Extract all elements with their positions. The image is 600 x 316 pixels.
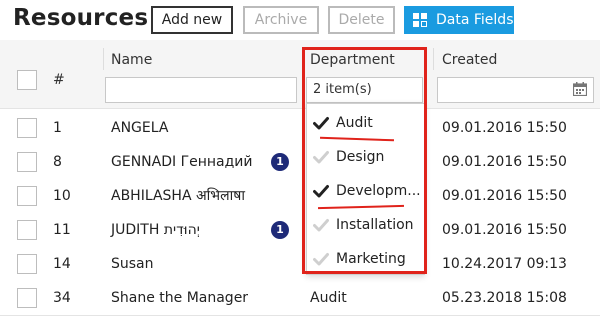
table-row[interactable]: 1 ANGELA 09.01.2016 15:50 <box>0 111 600 146</box>
page-title: Resources <box>13 5 149 31</box>
row-checkbox[interactable] <box>17 186 37 206</box>
row-created: 09.01.2016 15:50 <box>442 154 567 170</box>
row-name[interactable]: JUDITH יְהוּדִית <box>111 213 200 247</box>
delete-button[interactable]: Delete <box>328 6 395 34</box>
row-number: 1 <box>53 120 62 136</box>
notification-badge[interactable]: 1 <box>271 221 289 239</box>
row-created: 09.01.2016 15:50 <box>442 120 567 136</box>
row-checkbox[interactable] <box>17 118 37 138</box>
department-option-label: Installation <box>336 217 414 233</box>
add-new-button[interactable]: Add new <box>151 6 233 34</box>
row-created: 10.24.2017 09:13 <box>442 256 567 272</box>
department-option-label: Design <box>336 149 385 165</box>
column-header-number[interactable]: # <box>53 72 65 88</box>
select-all-checkbox[interactable] <box>17 70 37 90</box>
column-separator <box>433 48 434 70</box>
checkmark-icon <box>313 117 329 130</box>
row-created: 09.01.2016 15:50 <box>442 188 567 204</box>
table-row[interactable]: 14 Susan 10.24.2017 09:13 <box>0 247 600 282</box>
row-created: 09.01.2016 15:50 <box>442 222 567 238</box>
created-filter-input[interactable] <box>437 77 594 103</box>
data-fields-icon <box>413 13 427 27</box>
checkmark-icon <box>313 219 329 232</box>
row-name[interactable]: ANGELA <box>111 111 168 145</box>
department-filter-input[interactable]: 2 item(s) <box>306 77 423 103</box>
department-option[interactable]: Audit <box>307 106 424 140</box>
checkmark-icon <box>313 151 329 164</box>
column-header-department[interactable]: Department <box>310 52 395 68</box>
archive-button[interactable]: Archive <box>243 6 319 34</box>
table-row[interactable]: 11 JUDITH יְהוּדִית 1 09.01.2016 15:50 <box>0 213 600 248</box>
data-fields-label: Data Fields <box>436 12 514 28</box>
checkmark-icon <box>313 185 329 198</box>
department-option[interactable]: Design <box>307 140 424 174</box>
data-fields-button[interactable]: Data Fields <box>404 6 514 34</box>
row-number: 14 <box>53 256 71 272</box>
department-option-label: Audit <box>336 115 373 131</box>
department-option-label: Marketing <box>336 251 406 267</box>
department-dropdown: Audit Design Developm... Installation Market… <box>306 103 425 275</box>
column-header-created[interactable]: Created <box>442 52 497 68</box>
table-row[interactable]: 8 GENNADI Геннадий 1 09.01.2016 15:50 <box>0 145 600 180</box>
row-checkbox[interactable] <box>17 220 37 240</box>
department-option[interactable]: Marketing <box>307 242 424 276</box>
calendar-icon[interactable] <box>573 82 587 96</box>
row-number: 11 <box>53 222 71 238</box>
row-checkbox[interactable] <box>17 254 37 274</box>
row-number: 8 <box>53 154 62 170</box>
table-row[interactable]: 34 Shane the Manager Audit 05.23.2018 15:08 <box>0 281 600 316</box>
column-header-name[interactable]: Name <box>111 52 152 68</box>
row-number: 10 <box>53 188 71 204</box>
row-name[interactable]: ABHILASHA अभिलाषा <box>111 179 245 213</box>
name-filter-input[interactable] <box>105 77 297 103</box>
department-option[interactable]: Installation <box>307 208 424 242</box>
department-option[interactable]: Developm... <box>307 174 424 208</box>
row-name[interactable]: GENNADI Геннадий <box>111 145 253 179</box>
notification-badge[interactable]: 1 <box>271 153 289 171</box>
department-option-label: Developm... <box>336 183 421 199</box>
checkmark-icon <box>313 253 329 266</box>
table-row[interactable]: 10 ABHILASHA अभिलाषा 09.01.2016 15:50 <box>0 179 600 214</box>
row-checkbox[interactable] <box>17 152 37 172</box>
row-name[interactable]: Susan <box>111 247 154 281</box>
column-separator <box>103 48 104 70</box>
row-checkbox[interactable] <box>17 288 37 308</box>
